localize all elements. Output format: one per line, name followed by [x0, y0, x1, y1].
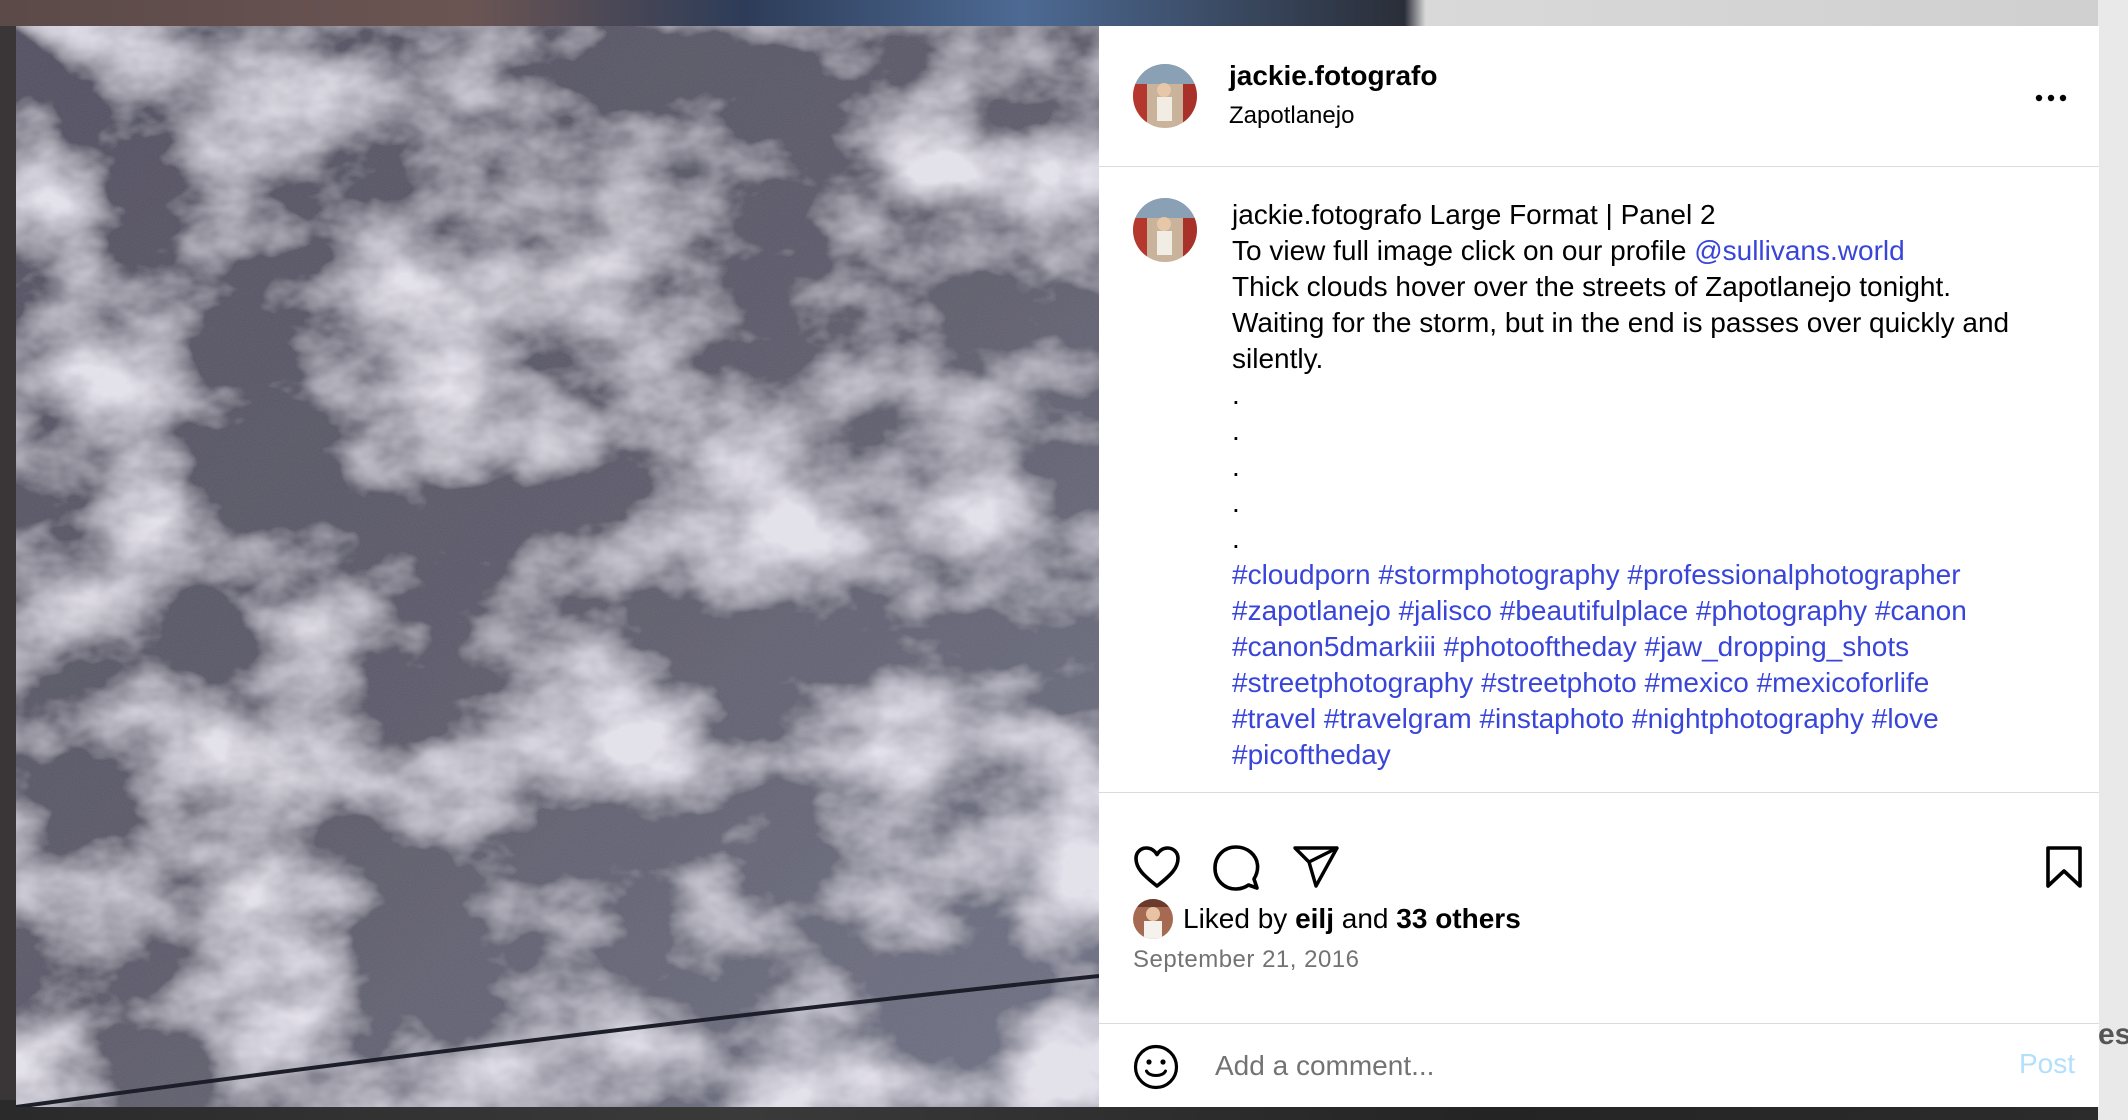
caption-title: Large Format | Panel 2	[1429, 199, 1716, 230]
bookmark-icon[interactable]	[2044, 845, 2084, 894]
post-modal: jackie.fotografo Zapotlanejo jackie.foto…	[16, 26, 2099, 1107]
hashtag-link[interactable]: #instaphoto	[1479, 703, 1624, 734]
author-avatar[interactable]	[1133, 64, 1197, 128]
caption-author-avatar[interactable]	[1133, 198, 1197, 262]
post-photo[interactable]	[16, 26, 1099, 1107]
hashtag-link[interactable]: #zapotlanejo	[1232, 595, 1391, 626]
post-comment-button[interactable]: Post	[2019, 1048, 2075, 1080]
post-details-panel: jackie.fotografo Zapotlanejo jackie.foto…	[1099, 26, 2099, 1107]
hashtag-link[interactable]: #travel	[1232, 703, 1316, 734]
background-feed-right	[2098, 0, 2128, 1120]
hashtag-link[interactable]: #mexico	[1645, 667, 1749, 698]
share-icon[interactable]	[1292, 845, 1340, 894]
liked-by-user[interactable]: eilj	[1295, 903, 1334, 935]
caption-text: jackie.fotografo Large Format | Panel 2 …	[1232, 197, 2052, 773]
hashtag-link[interactable]: #beautifulplace	[1500, 595, 1688, 626]
hashtag-link[interactable]: #stormphotography	[1378, 559, 1619, 590]
post-header: jackie.fotografo Zapotlanejo	[1099, 26, 2099, 167]
caption-line-profile: To view full image click on our profile	[1232, 235, 1687, 266]
post-location[interactable]: Zapotlanejo	[1229, 102, 1354, 130]
caption-username[interactable]: jackie.fotografo	[1232, 199, 1422, 230]
caption-body-2: Waiting for the storm, but in the end is…	[1232, 307, 2010, 374]
background-feed-top	[0, 0, 2128, 26]
caption-dot: .	[1232, 451, 1240, 482]
hashtag-link[interactable]: #photooftheday	[1444, 631, 1637, 662]
hashtag-list: #cloudporn #stormphotography #profession…	[1232, 559, 1967, 770]
caption-section: jackie.fotografo Large Format | Panel 2 …	[1099, 167, 2099, 793]
comment-bar: Post	[1099, 1024, 2099, 1107]
caption-dot: .	[1232, 523, 1240, 554]
hashtag-link[interactable]: #jalisco	[1399, 595, 1492, 626]
hashtag-link[interactable]: #mexicoforlife	[1757, 667, 1930, 698]
caption-dot: .	[1232, 487, 1240, 518]
storm-clouds-image	[16, 26, 1099, 1107]
background-partial-text: es	[2098, 1018, 2128, 1051]
hashtag-link[interactable]: #streetphotography	[1232, 667, 1473, 698]
likes-summary[interactable]: Liked by eilj and 33 others	[1133, 898, 1521, 940]
emoji-icon[interactable]	[1133, 1044, 1179, 1095]
hashtag-link[interactable]: #photography	[1696, 595, 1867, 626]
more-options-icon[interactable]	[2029, 82, 2073, 114]
caption-dot: .	[1232, 415, 1240, 446]
hashtag-link[interactable]: #streetphoto	[1481, 667, 1637, 698]
liker-avatar	[1133, 899, 1173, 939]
hashtag-link[interactable]: #jaw_dropping_shots	[1645, 631, 1910, 662]
heart-icon[interactable]	[1133, 845, 1181, 894]
hashtag-link[interactable]: #canon5dmarkiii	[1232, 631, 1436, 662]
caption-dot: .	[1232, 379, 1240, 410]
hashtag-link[interactable]: #nightphotography	[1632, 703, 1864, 734]
hashtag-link[interactable]: #cloudporn	[1232, 559, 1371, 590]
comment-icon[interactable]	[1212, 844, 1260, 897]
hashtag-link[interactable]: #professionalphotographer	[1627, 559, 1960, 590]
post-actions: Liked by eilj and 33 others September 21…	[1099, 793, 2099, 1024]
caption-body-1: Thick clouds hover over the streets of Z…	[1232, 271, 1952, 302]
likes-others[interactable]: 33 others	[1396, 903, 1521, 935]
comment-input[interactable]	[1213, 1042, 1917, 1090]
author-username[interactable]: jackie.fotografo	[1229, 60, 1437, 92]
post-date[interactable]: September 21, 2016	[1133, 946, 1360, 974]
likes-and: and	[1341, 903, 1389, 934]
caption-mention-link[interactable]: @sullivans.world	[1694, 235, 1905, 266]
likes-prefix: Liked by	[1183, 903, 1288, 934]
hashtag-link[interactable]: #picoftheday	[1232, 739, 1391, 770]
hashtag-link[interactable]: #travelgram	[1324, 703, 1472, 734]
hashtag-link[interactable]: #canon	[1875, 595, 1967, 626]
hashtag-link[interactable]: #love	[1872, 703, 1939, 734]
